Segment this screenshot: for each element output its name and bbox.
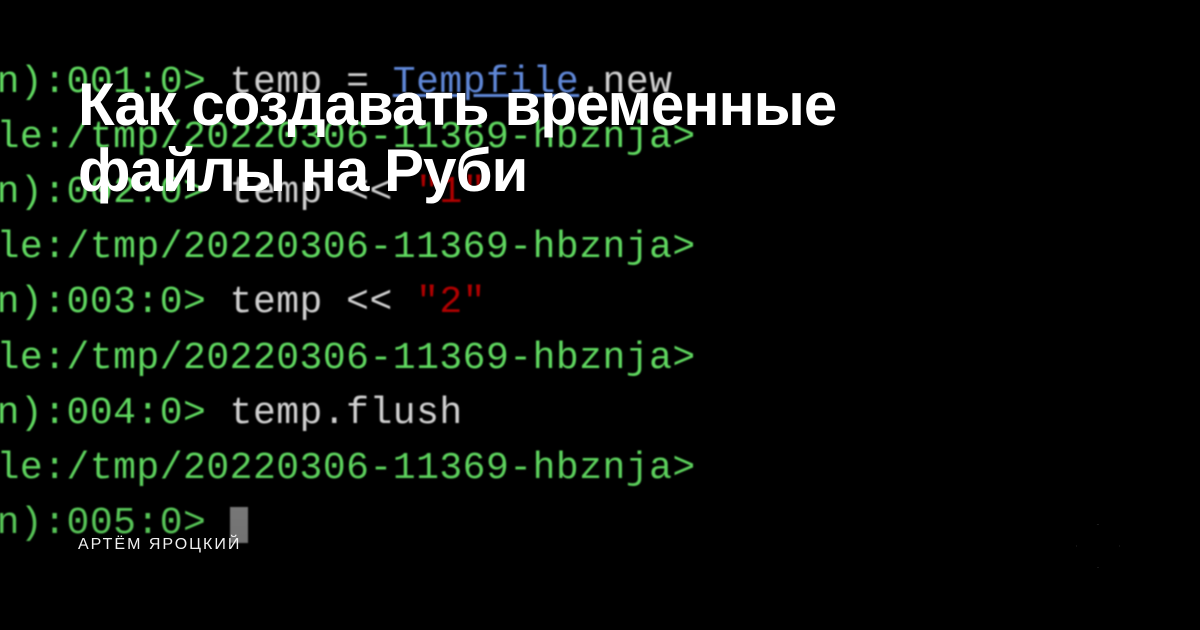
zen-logo-icon (1074, 522, 1122, 570)
terminal-text: File:/tmp/20220306-11369-hbznja> (0, 337, 696, 380)
terminal-line: ain):004:0> temp.flush (0, 386, 1200, 441)
terminal-text: temp << (206, 281, 416, 324)
author-name: АРТЁМ ЯРОЦКИЙ (78, 536, 241, 554)
terminal-line: rb (0, 0, 1200, 55)
terminal-text: ain):004:0> (0, 392, 206, 435)
terminal-text: temp.flush (206, 392, 462, 435)
terminal-text: File:/tmp/20220306-11369-hbznja> (0, 226, 696, 269)
article-title: Как создавать временные файлы на Руби (78, 72, 978, 204)
terminal-line: File:/tmp/20220306-11369-hbznja> (0, 220, 1200, 275)
terminal-text: File:/tmp/20220306-11369-hbznja> (0, 447, 696, 490)
terminal-text: "2" (416, 281, 486, 324)
terminal-text: ain):003:0> (0, 281, 206, 324)
terminal-line: File:/tmp/20220306-11369-hbznja> (0, 441, 1200, 496)
terminal-line: ain):003:0> temp << "2" (0, 275, 1200, 330)
terminal-line: File:/tmp/20220306-11369-hbznja> (0, 331, 1200, 386)
